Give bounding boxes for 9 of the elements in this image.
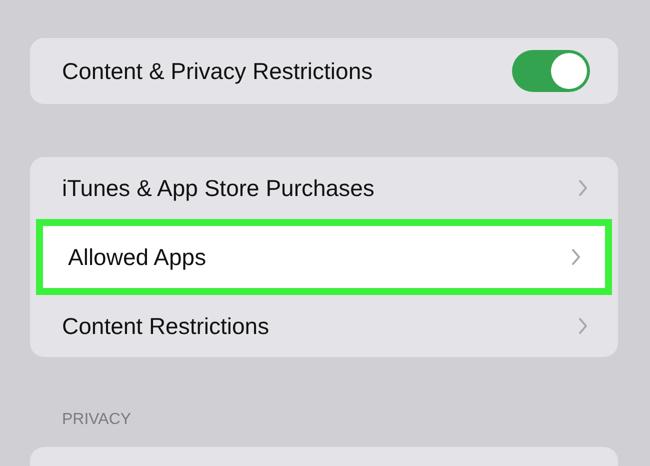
section-header: PRIVACY xyxy=(61,411,132,429)
settings-row[interactable]: Content Restrictions xyxy=(30,295,618,357)
chevron-icon xyxy=(578,317,588,335)
toggle-switch[interactable] xyxy=(512,50,590,92)
chevron-icon xyxy=(578,179,588,197)
setting-label: Content & Privacy Restrictions xyxy=(62,58,373,84)
chevron-icon xyxy=(571,248,581,266)
settings-row[interactable]: Allowed Apps xyxy=(36,219,612,295)
settings-row[interactable]: iTunes & App Store Purchases xyxy=(30,157,618,219)
